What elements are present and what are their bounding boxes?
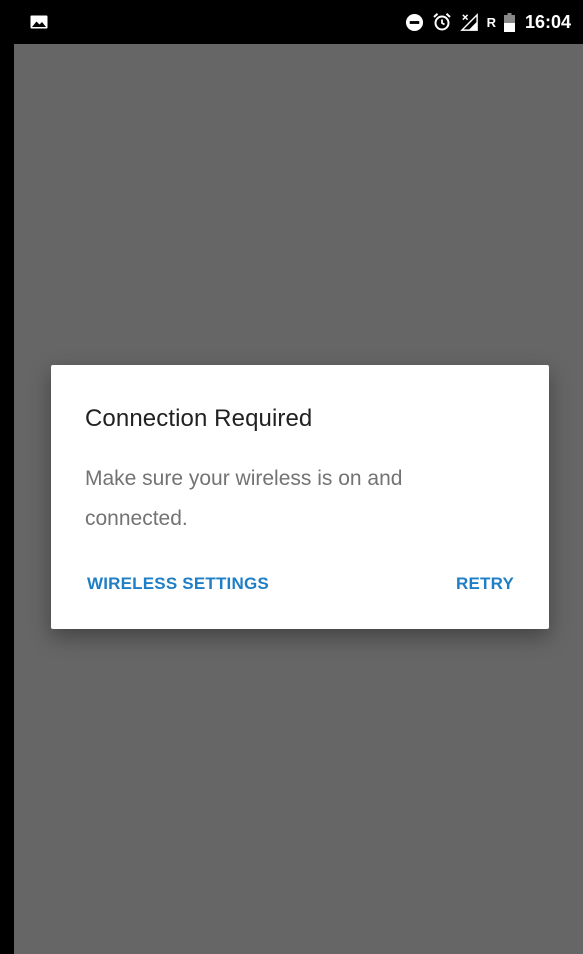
roaming-indicator: R bbox=[486, 14, 496, 30]
status-icons: R 16:04 bbox=[405, 10, 571, 34]
status-time: 16:04 bbox=[524, 12, 571, 32]
no-signal-icon bbox=[459, 12, 479, 32]
connection-required-dialog: Connection Required Make sure your wirel… bbox=[51, 365, 549, 629]
screen: R 16:04 Connection Required Make sure yo… bbox=[0, 0, 583, 954]
wireless-settings-button[interactable]: WIRELESS SETTINGS bbox=[87, 574, 269, 594]
retry-button[interactable]: RETRY bbox=[456, 574, 514, 594]
do-not-disturb-icon bbox=[405, 13, 424, 32]
alarm-icon bbox=[432, 12, 452, 32]
battery-icon bbox=[503, 12, 515, 32]
image-notification-icon bbox=[30, 15, 48, 29]
dialog-message: Make sure your wireless is on and connec… bbox=[85, 467, 403, 530]
dialog-title: Connection Required bbox=[85, 405, 313, 432]
status-bar: R 16:04 bbox=[0, 0, 583, 44]
